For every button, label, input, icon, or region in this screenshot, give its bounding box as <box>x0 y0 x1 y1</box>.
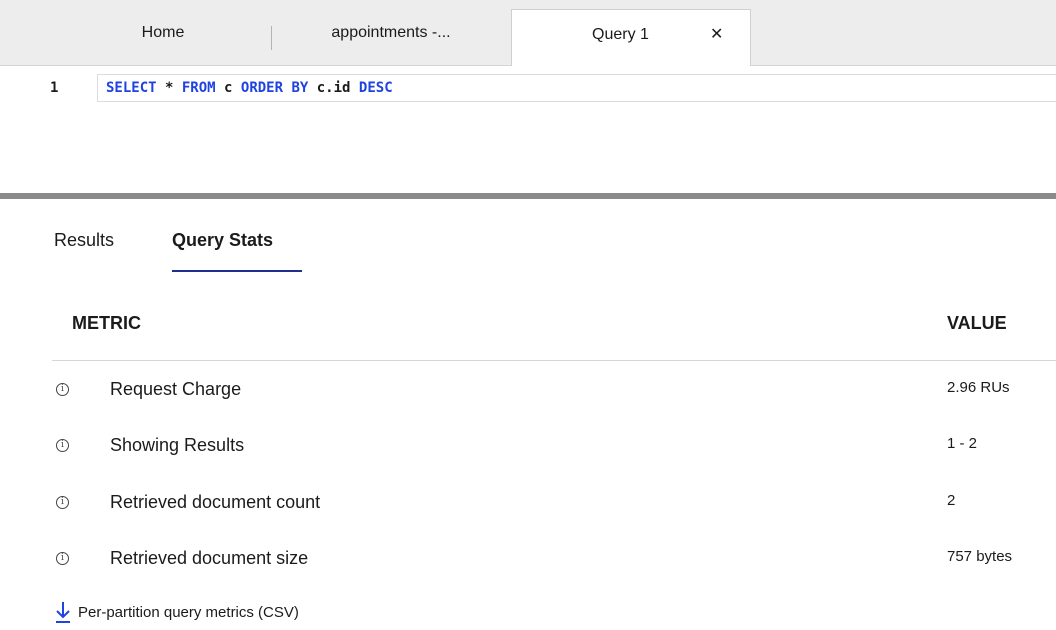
query-editor[interactable]: 1 SELECT * FROM c ORDER BY c.id DESC <box>0 66 1056 193</box>
table-row: i Showing Results 1 - 2 <box>0 427 1056 467</box>
tab-query-1-label: Query 1 <box>592 26 649 43</box>
tab-home[interactable]: Home <box>80 0 246 66</box>
close-icon[interactable]: ✕ <box>710 10 723 60</box>
tab-strip: Home appointments -... Query 1 ✕ <box>0 0 1056 67</box>
table-row: i Retrieved document size 757 bytes <box>0 540 1056 580</box>
info-icon[interactable]: i <box>56 552 69 565</box>
metric-label: Request Charge <box>110 379 242 399</box>
query-token: c.id <box>308 80 359 96</box>
info-icon[interactable]: i <box>56 496 69 509</box>
tab-query-1[interactable]: Query 1 ✕ <box>511 9 751 67</box>
download-arrow-icon[interactable] <box>54 600 72 624</box>
line-number: 1 <box>50 80 59 96</box>
metric-value: 2 <box>947 492 956 509</box>
header-divider <box>52 360 1056 361</box>
keyword-desc: DESC <box>358 80 393 96</box>
tab-results[interactable]: Results <box>54 230 114 251</box>
query-token: * <box>156 80 182 96</box>
keyword-select: SELECT <box>106 80 157 96</box>
column-header-metric: METRIC <box>72 313 141 333</box>
metric-label: Showing Results <box>110 435 245 455</box>
metric-label: Retrieved document count <box>110 492 321 512</box>
metric-value: 757 bytes <box>947 548 1013 565</box>
keyword-order-by: ORDER BY <box>240 80 309 96</box>
current-line[interactable]: SELECT * FROM c ORDER BY c.id DESC <box>97 74 1056 102</box>
tab-query-stats[interactable]: Query Stats <box>172 230 273 251</box>
metric-label: Retrieved document size <box>110 548 309 568</box>
query-token: c <box>215 80 241 96</box>
column-header-value: VALUE <box>947 313 1007 333</box>
table-row: i Retrieved document count 2 <box>0 484 1056 524</box>
download-query-metrics-link[interactable]: Per-partition query metrics (CSV) <box>78 604 299 621</box>
info-icon[interactable]: i <box>56 383 69 396</box>
editor-results-splitter[interactable] <box>0 193 1056 199</box>
metric-value: 1 - 2 <box>947 435 978 452</box>
table-row: i Request Charge 2.96 RUs <box>0 371 1056 411</box>
query-text[interactable]: SELECT * FROM c ORDER BY c.id DESC <box>106 80 393 96</box>
active-tab-indicator <box>172 270 302 272</box>
info-icon[interactable]: i <box>56 439 69 452</box>
tab-appointments[interactable]: appointments -... <box>272 0 510 66</box>
metric-value: 2.96 RUs <box>947 379 1010 396</box>
keyword-from: FROM <box>181 80 216 96</box>
